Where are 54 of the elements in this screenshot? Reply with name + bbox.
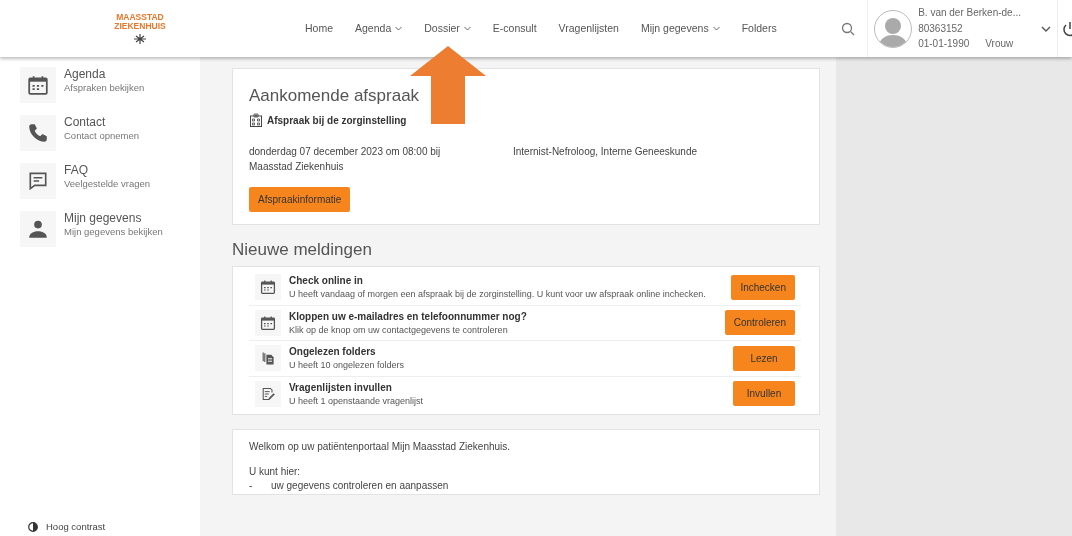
action-button[interactable]: Controleren: [724, 310, 795, 336]
nav-link-item[interactable]: Home: [305, 20, 333, 37]
action-button[interactable]: Lezen: [733, 345, 795, 371]
section-heading: Nieuwe meldingen: [232, 238, 373, 261]
high-contrast-link[interactable]: Hoog contrast: [46, 519, 106, 534]
calendar-icon: [260, 279, 276, 296]
notification-title: Kloppen uw e-mailadres en telefoonnummer nog?: [289, 309, 528, 324]
action-button[interactable]: Inchecken: [731, 274, 795, 300]
phone-icon: [27, 122, 49, 144]
nav-link-item[interactable]: E-consult: [492, 20, 537, 37]
patient-number: 80363152: [918, 21, 964, 36]
list-text: uw gegevens controleren en aanpassen: [271, 479, 449, 493]
list-dash: -: [249, 479, 254, 493]
appointment-location: Maasstad Ziekenhuis: [249, 160, 345, 174]
notification-text: U heeft 1 openstaande vragenlijst: [289, 394, 425, 408]
notification-text: U heeft vandaag of morgen een afspraak bij de zorginstelling. U kunt voor uw afspraak online inchecken.: [289, 288, 707, 301]
notification-title: Check online in: [289, 274, 364, 288]
star-icon: [133, 34, 147, 44]
birth-date: 01-01-1990: [918, 37, 970, 52]
nav-link-item[interactable]: Vragenlijsten: [558, 20, 619, 37]
nav-link-item[interactable]: Dossier: [424, 20, 471, 37]
chat-icon: [27, 170, 49, 192]
sidebar-item[interactable]: Mijn gegevens Mijn gegevens bekijken: [20, 211, 200, 247]
action-button[interactable]: Invullen: [733, 381, 795, 407]
sidebar-item[interactable]: Agenda Afspraken bekijken: [20, 67, 200, 103]
welcome-text: Welkom op uw patiëntenportaal Mijn Maasstad Ziekenhuis.: [249, 440, 512, 454]
avatar-silhouette: [874, 9, 913, 48]
power-icon[interactable]: [1062, 20, 1072, 37]
chevron-down-icon[interactable]: [1041, 24, 1051, 33]
gender: Vrouw: [985, 37, 1014, 52]
hospital-icon: [249, 113, 263, 127]
notification-title: Vragenlijsten invullen: [289, 380, 393, 395]
appointment-type: Afspraak bij de zorginstelling: [267, 113, 407, 128]
nav-link-item[interactable]: Mijn gegevens: [640, 20, 720, 37]
form-edit-icon: [260, 385, 276, 402]
person-icon: [27, 218, 49, 240]
appointment-specialty: Internist-Nefroloog, Interne Geneeskunde: [513, 144, 697, 159]
calendar-icon: [27, 74, 49, 96]
appointment-info-button[interactable]: Afspraakinformatie: [249, 186, 351, 212]
patient-name: B. van der Berken-de...: [918, 6, 1021, 21]
notification-text: Klik op de knop om uw contactgegevens te controleren: [289, 323, 509, 337]
nav-link-item[interactable]: Agenda: [355, 20, 403, 37]
card-heading: Aankomende afspraak: [249, 85, 421, 107]
contrast-icon[interactable]: [28, 521, 38, 532]
documents-icon: [260, 350, 276, 367]
sidebar-item[interactable]: FAQ Veelgestelde vragen: [20, 163, 200, 199]
sidebar-item[interactable]: Contact Contact opnemen: [20, 115, 200, 151]
search-icon[interactable]: [841, 21, 856, 36]
nav-link-item[interactable]: Folders: [741, 20, 777, 37]
calendar-icon: [260, 314, 276, 331]
notification-title: Ongelezen folders: [289, 345, 377, 359]
appointment-date: donderdag 07 december 2023 om 08:00 bij: [249, 144, 442, 159]
notification-text: U heeft 10 ongelezen folders: [289, 359, 406, 372]
welcome-lead: U kunt hier:: [249, 464, 302, 479]
